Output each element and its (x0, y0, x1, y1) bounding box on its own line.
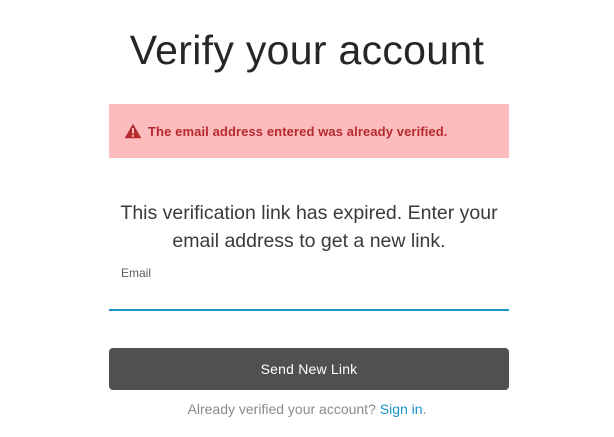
sign-in-prompt: Already verified your account? Sign in. (0, 401, 614, 417)
sign-in-link[interactable]: Sign in (380, 401, 423, 417)
send-new-link-button[interactable]: Send New Link (109, 348, 509, 390)
alert-message: The email address entered was already ve… (148, 123, 448, 139)
email-label: Email (121, 266, 152, 280)
sign-in-prompt-suffix: . (422, 401, 427, 417)
sign-in-prompt-text: Already verified your account? (187, 401, 376, 417)
instructions-text: This verification link has expired. Ente… (120, 202, 498, 252)
warning-triangle-icon (124, 123, 142, 139)
error-alert: The email address entered was already ve… (109, 104, 509, 158)
page-title: Verify your account (129, 27, 485, 73)
email-input[interactable] (109, 283, 509, 311)
